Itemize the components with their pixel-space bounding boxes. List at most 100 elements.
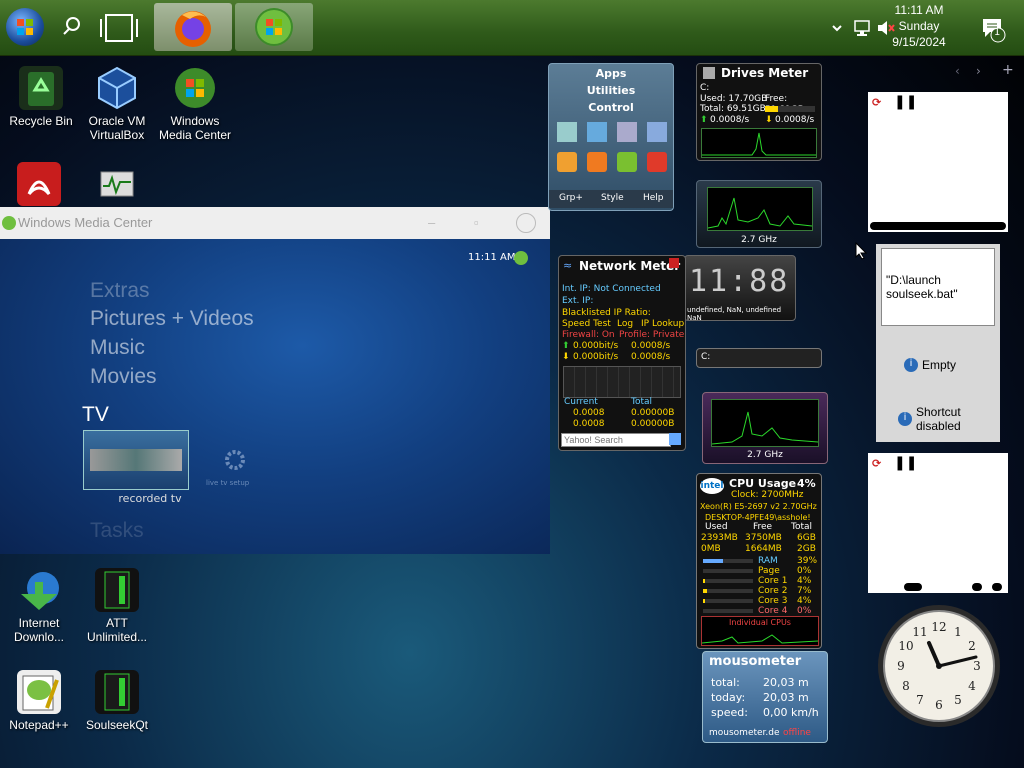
- menu-movies[interactable]: Movies: [90, 365, 157, 389]
- desktop-icon-download-manager[interactable]: Internet Downlo...: [0, 568, 78, 644]
- mem-header-free: Free: [753, 522, 773, 532]
- search-button[interactable]: [56, 3, 88, 51]
- menu-tasks[interactable]: Tasks: [90, 519, 144, 543]
- monitor-icon: [95, 168, 139, 212]
- recycle-icon[interactable]: [557, 122, 577, 142]
- progress-knob[interactable]: [904, 583, 922, 591]
- desktop-icon-notepad[interactable]: Notepad++: [0, 670, 78, 732]
- bar-label: Core 3: [758, 596, 788, 606]
- net-up-bytes: 0.0008/s: [631, 341, 671, 351]
- windows-logo-icon[interactable]: [514, 251, 528, 265]
- firewall-status: Firewall: On: [562, 330, 615, 340]
- close-icon[interactable]: [669, 258, 679, 268]
- current-up: 0.0008: [573, 408, 605, 418]
- info-icon: i: [904, 358, 918, 372]
- svg-text:2: 2: [968, 639, 976, 653]
- tab-apps[interactable]: Apps: [549, 67, 673, 80]
- log-link[interactable]: Log: [617, 319, 633, 330]
- taskbar-firefox[interactable]: [154, 3, 232, 51]
- sidebar-add[interactable]: +: [1002, 62, 1014, 78]
- iplookup-link[interactable]: IP Lookup: [641, 319, 684, 330]
- media-note-gadget[interactable]: ⟳ ❚❚: [868, 92, 1008, 232]
- search-icon[interactable]: [669, 433, 681, 445]
- usage-bars: RAM 39% Page 0% Core 1 4% Core 2 7% Core…: [701, 556, 817, 616]
- footer-grp[interactable]: Grp+: [559, 193, 583, 203]
- media-center-window[interactable]: Windows Media Center – ▫ 11:11 AM Extras…: [0, 207, 550, 554]
- desktop-icon-label: Recycle Bin: [9, 114, 73, 128]
- lock-icon[interactable]: [557, 152, 577, 172]
- folder-icon[interactable]: [587, 122, 607, 142]
- search-icon: [63, 17, 80, 35]
- mem-header-total: Total: [791, 522, 813, 532]
- firefox-icon: [175, 11, 211, 47]
- window-titlebar[interactable]: Windows Media Center – ▫: [0, 207, 550, 239]
- minimize-button[interactable]: –: [428, 207, 435, 239]
- sidebar-next[interactable]: ›: [976, 64, 981, 78]
- svg-text:12: 12: [931, 620, 946, 634]
- network-icon[interactable]: [852, 18, 872, 38]
- pause-icon[interactable]: ❚❚: [894, 94, 917, 110]
- start-button[interactable]: [6, 8, 44, 46]
- refresh-icon[interactable]: ⟳: [872, 96, 886, 110]
- window-icon[interactable]: [647, 122, 667, 142]
- close-button[interactable]: [516, 213, 536, 233]
- offline-status: offline: [783, 728, 811, 738]
- int-ip: Int. IP: Not Connected: [562, 284, 661, 294]
- desktop-icon-att[interactable]: ATT Unlimited...: [78, 568, 156, 644]
- chevron-up-icon[interactable]: [830, 18, 844, 38]
- tab-control[interactable]: Control: [549, 101, 673, 114]
- desktop-icon-soulseek[interactable]: SoulseekQt: [78, 670, 156, 732]
- taskbar-media-center[interactable]: [235, 3, 313, 51]
- sleep-icon[interactable]: [617, 152, 637, 172]
- power-icon[interactable]: [587, 152, 607, 172]
- desktop-icon-pdf[interactable]: [0, 162, 78, 210]
- maximize-button[interactable]: ▫: [474, 207, 479, 239]
- site-link[interactable]: mousometer.de: [709, 728, 780, 739]
- info-icon: i: [898, 412, 912, 426]
- bar-value: 0%: [797, 606, 812, 616]
- menu-music[interactable]: Music: [90, 336, 145, 360]
- footer-help[interactable]: Help: [643, 193, 664, 203]
- svg-text:10: 10: [898, 639, 913, 653]
- svg-text:3: 3: [973, 659, 981, 673]
- download-manager-icon: [17, 568, 61, 612]
- taskbar-clock[interactable]: 11:11 AM Sunday 9/15/2024: [874, 2, 964, 50]
- wmc-time: 11:11 AM: [468, 252, 516, 263]
- desktop-icon-recycle-bin[interactable]: Recycle Bin: [2, 66, 80, 128]
- soulseek-icon: [95, 670, 139, 714]
- desktop-icon-virtualbox[interactable]: Oracle VM VirtualBox: [78, 66, 156, 142]
- pause-icon[interactable]: ❚❚: [894, 455, 917, 471]
- total-label: total:: [711, 676, 740, 689]
- gear-icon[interactable]: [220, 445, 250, 475]
- analog-clock-gadget[interactable]: 12 1 2 345 678 9 10 11: [876, 603, 1002, 729]
- sidebar-prev[interactable]: ‹: [955, 64, 960, 78]
- computer-icon[interactable]: [617, 122, 637, 142]
- shutdown-icon[interactable]: [647, 152, 667, 172]
- menu-pictures[interactable]: Pictures + Videos: [90, 307, 254, 331]
- footer-style[interactable]: Style: [601, 193, 624, 203]
- launcher-path[interactable]: "D:\launch soulseek.bat": [881, 248, 995, 326]
- tile-recorded-tv[interactable]: [83, 430, 189, 490]
- task-view-button[interactable]: [96, 3, 142, 51]
- tab-utilities[interactable]: Utilities: [549, 84, 673, 97]
- windows-logo-icon: [255, 8, 293, 46]
- progress-dot: [992, 583, 1002, 591]
- notification-button[interactable]: 1: [980, 16, 1008, 44]
- speedtest-link[interactable]: Speed Test: [562, 319, 611, 330]
- drive-free: Free: 51.81GB: [765, 94, 804, 115]
- progress-track[interactable]: [870, 222, 1006, 230]
- down-arrow-icon: ⬇: [765, 115, 773, 125]
- bar-ram: RAM 39%: [701, 556, 817, 566]
- media-note-gadget-2[interactable]: ⟳ ❚❚: [868, 453, 1008, 593]
- network-graph: [563, 366, 681, 398]
- menu-extras[interactable]: Extras: [90, 279, 150, 303]
- cpu-graph-gadget: 2.7 GHz: [696, 180, 822, 248]
- intel-logo: intel: [700, 478, 724, 494]
- drive-bar-label: C:: [701, 352, 711, 362]
- desktop-icon-media-center[interactable]: Windows Media Center: [156, 66, 234, 142]
- yahoo-search-input[interactable]: [561, 433, 671, 447]
- bar-page: Page 0%: [701, 566, 817, 576]
- refresh-icon[interactable]: ⟳: [872, 457, 886, 471]
- cpu-usage-gadget: intel CPU Usage 4% Clock: 2700MHz Xeon(R…: [696, 473, 822, 649]
- section-tv[interactable]: TV: [82, 403, 109, 427]
